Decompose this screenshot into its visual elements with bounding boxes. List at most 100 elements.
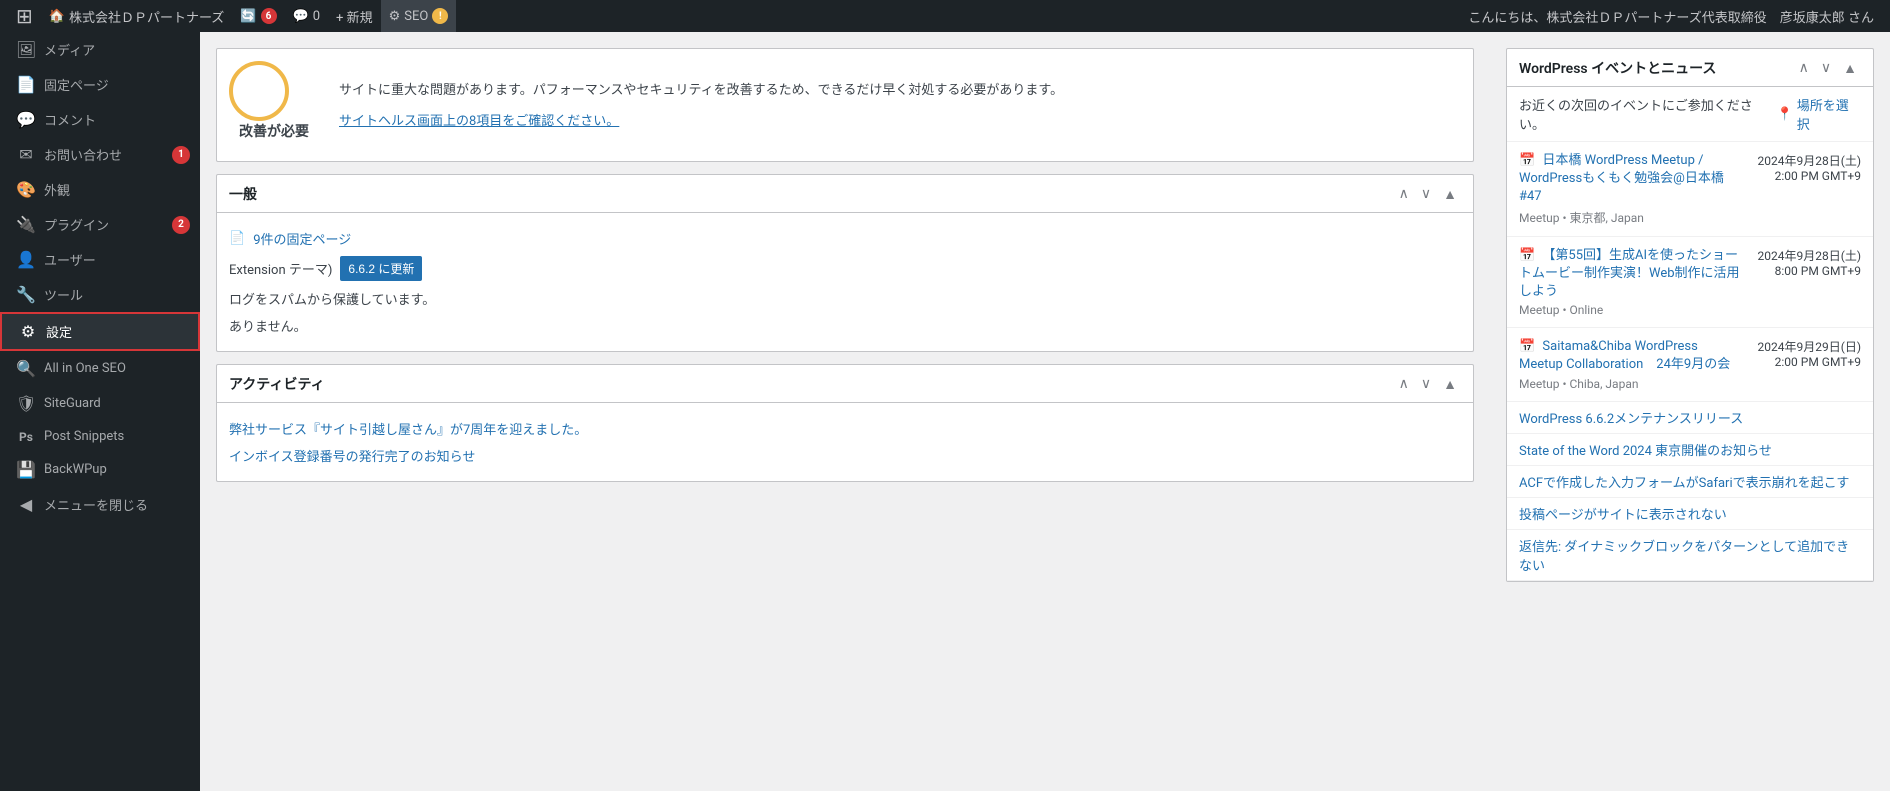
sidebar-item-label-backwpup: BackWPup bbox=[44, 462, 190, 477]
sidebar-item-label-appearance: 外観 bbox=[44, 180, 190, 199]
event-item-3: 📅 Saitama&Chiba WordPress Meetup Collabo… bbox=[1507, 328, 1873, 401]
sidebar-item-label-postsnippets: Post Snippets bbox=[44, 429, 190, 444]
site-health-content: 改善が必要 サイトに重大な問題があります。パフォーマンスやセキュリティを改善する… bbox=[217, 49, 1473, 161]
sidebar-item-backwpup[interactable]: 💾 BackWPup bbox=[0, 452, 200, 487]
contact-badge: 1 bbox=[172, 146, 190, 164]
sidebar-item-contact[interactable]: ✉ お問い合わせ 1 bbox=[0, 137, 200, 172]
updates-button[interactable]: 🔄 6 bbox=[232, 0, 284, 32]
sidebar-item-settings[interactable]: ⚙ 設定 bbox=[0, 312, 200, 351]
sidebar-item-label-comments: コメント bbox=[44, 110, 190, 129]
activity-widget: アクティビティ ∧ ∨ ▲ 弊社サービス『サイト引越し屋さん』が7周年を迎えまし… bbox=[216, 364, 1474, 482]
news-link-anchor-3[interactable]: ACFで作成した入力フォームがSafariで表示崩れを起こす bbox=[1519, 476, 1849, 491]
sidebar-item-label-settings: 設定 bbox=[46, 322, 188, 341]
news-link-1: WordPress 6.6.2メンテナンスリリース bbox=[1507, 402, 1873, 434]
news-link-anchor-2[interactable]: State of the Word 2024 東京開催のお知らせ bbox=[1519, 444, 1772, 459]
theme-text: Extension テーマ) bbox=[229, 259, 332, 278]
updates-badge: 6 bbox=[261, 8, 277, 24]
collapse-down-button[interactable]: ∨ bbox=[1417, 183, 1435, 204]
news-intro-text: お近くの次回のイベントにご参加ください。 bbox=[1519, 95, 1777, 133]
sidebar-item-label-pages: 固定ページ bbox=[44, 75, 190, 94]
sidebar-item-aioseo[interactable]: 🔍 All in One SEO bbox=[0, 351, 200, 386]
sidebar-item-close-menu[interactable]: ◀ メニューを閉じる bbox=[0, 487, 200, 522]
activity-content: 弊社サービス『サイト引越し屋さん』が7周年を迎えました。 インボイス登録番号の発… bbox=[217, 403, 1473, 481]
event-1-info: 📅 日本橋 WordPress Meetup / WordPressもくもく勉強… bbox=[1519, 152, 1743, 226]
activity-collapse-down[interactable]: ∨ bbox=[1417, 373, 1435, 394]
location-select-link[interactable]: 📍 場所を選択 bbox=[1777, 95, 1861, 133]
news-toggle[interactable]: ▲ bbox=[1839, 57, 1861, 78]
settings-icon: ⚙ bbox=[18, 322, 38, 341]
event-2-time: 8:00 PM GMT+9 bbox=[1751, 264, 1861, 278]
health-description-text: サイトに重大な問題があります。パフォーマンスやセキュリティを改善するため、できる… bbox=[339, 81, 1461, 102]
update-theme-button[interactable]: 6.6.2 に更新 bbox=[340, 256, 422, 281]
sidebar-item-plugins[interactable]: 🔌 プラグイン 2 bbox=[0, 207, 200, 242]
event-3-row: 📅 Saitama&Chiba WordPress Meetup Collabo… bbox=[1519, 338, 1861, 390]
news-link-anchor-1[interactable]: WordPress 6.6.2メンテナンスリリース bbox=[1519, 412, 1743, 427]
activity-link-2[interactable]: インボイス登録番号の発行完了のお知らせ bbox=[229, 446, 475, 465]
sidebar-item-users[interactable]: 👤 ユーザー bbox=[0, 242, 200, 277]
wp-logo-button[interactable]: ⊞ bbox=[8, 0, 41, 32]
event-1-row: 📅 日本橋 WordPress Meetup / WordPressもくもく勉強… bbox=[1519, 152, 1861, 226]
comments-count: 0 bbox=[313, 9, 320, 24]
right-panel: WordPress イベントとニュース ∧ ∨ ▲ お近くの次回のイベントにご参… bbox=[1490, 32, 1890, 791]
spam-row: ログをスパムから保護しています。 bbox=[229, 285, 1461, 312]
spam-sub-row: ありません。 bbox=[229, 312, 1461, 339]
activity-link-1[interactable]: 弊社サービス『サイト引越し屋さん』が7周年を迎えました。 bbox=[229, 419, 587, 438]
backwpup-icon: 💾 bbox=[16, 460, 36, 479]
event-2-title[interactable]: 【第55回】生成AIを使ったショートムービー制作実演！Web制作に活用しよう bbox=[1519, 248, 1740, 299]
sidebar-item-comments[interactable]: 💬 コメント bbox=[0, 102, 200, 137]
seo-alert-badge: ! bbox=[432, 8, 448, 24]
sidebar-item-siteguard[interactable]: 🛡 SiteGuard bbox=[0, 386, 200, 421]
collapse-up-button[interactable]: ∧ bbox=[1395, 183, 1413, 204]
event-cal-icon-3: 📅 bbox=[1519, 339, 1535, 354]
event-3-time: 2:00 PM GMT+9 bbox=[1751, 355, 1861, 369]
siteguard-icon: 🛡 bbox=[16, 394, 36, 413]
health-link-para: サイトヘルス画面上の8項目をご確認ください。 bbox=[339, 110, 1461, 129]
plugins-badge: 2 bbox=[172, 216, 190, 234]
spam-sub-text: ありません。 bbox=[229, 316, 307, 335]
seo-button[interactable]: ⚙ SEO ! bbox=[381, 0, 457, 32]
appearance-icon: 🎨 bbox=[16, 180, 36, 199]
updates-icon: 🔄 bbox=[240, 9, 256, 24]
activity-collapse-up[interactable]: ∧ bbox=[1395, 373, 1413, 394]
general-widget: 一般 ∧ ∨ ▲ 📄 9件の固定ページ Extension テーマ) 6.6.2… bbox=[216, 174, 1474, 352]
sidebar-item-media[interactable]: 🖼 メディア bbox=[0, 32, 200, 67]
event-item-1: 📅 日本橋 WordPress Meetup / WordPressもくもく勉強… bbox=[1507, 142, 1873, 237]
event-2-meta: Meetup • Online bbox=[1519, 303, 1743, 317]
pages-icon: 📄 bbox=[16, 75, 36, 94]
health-description-block: サイトに重大な問題があります。パフォーマンスやセキュリティを改善するため、できる… bbox=[339, 81, 1461, 129]
general-widget-content: 📄 9件の固定ページ Extension テーマ) 6.6.2 に更新 ログをス… bbox=[217, 213, 1473, 351]
sidebar-item-tools[interactable]: 🔧 ツール bbox=[0, 277, 200, 312]
new-content-button[interactable]: + 新規 bbox=[328, 0, 381, 32]
event-2-date: 2024年9月28日(土) bbox=[1751, 247, 1861, 264]
site-name-button[interactable]: 🏠 株式会社ＤＰパートナーズ bbox=[41, 0, 233, 32]
event-2-date-block: 2024年9月28日(土) 8:00 PM GMT+9 bbox=[1751, 247, 1861, 278]
page-doc-icon: 📄 bbox=[229, 231, 245, 246]
toggle-button[interactable]: ▲ bbox=[1439, 183, 1461, 204]
event-3-title[interactable]: Saitama&Chiba WordPress Meetup Collabora… bbox=[1519, 339, 1730, 372]
tools-icon: 🔧 bbox=[16, 285, 36, 304]
news-collapse-down[interactable]: ∨ bbox=[1817, 57, 1835, 78]
home-icon: 🏠 bbox=[49, 9, 65, 24]
sidebar-item-appearance[interactable]: 🎨 外観 bbox=[0, 172, 200, 207]
wp-news-widget: WordPress イベントとニュース ∧ ∨ ▲ お近くの次回のイベントにご参… bbox=[1506, 48, 1874, 582]
sidebar-item-pages[interactable]: 📄 固定ページ bbox=[0, 67, 200, 102]
news-collapse-up[interactable]: ∧ bbox=[1795, 57, 1813, 78]
news-link-5: 返信先: ダイナミックブロックをパターンとして追加できない bbox=[1507, 530, 1873, 581]
event-1-title[interactable]: 日本橋 WordPress Meetup / WordPressもくもく勉強会@… bbox=[1519, 153, 1724, 204]
plugins-icon: 🔌 bbox=[16, 215, 36, 234]
comments-button[interactable]: 💬 0 bbox=[285, 0, 329, 32]
health-status-label: 改善が必要 bbox=[229, 121, 319, 141]
news-link-3: ACFで作成した入力フォームがSafariで表示崩れを起こす bbox=[1507, 466, 1873, 498]
main-layout: 🖼 メディア 📄 固定ページ 💬 コメント ✉ お問い合わせ 1 🎨 外観 bbox=[0, 32, 1890, 791]
sidebar-item-label-siteguard: SiteGuard bbox=[44, 396, 190, 411]
activity-toggle[interactable]: ▲ bbox=[1439, 373, 1461, 394]
greeting-text: こんにちは、株式会社ＤＰパートナーズ代表取締役 彦坂康太郎 さん bbox=[1468, 7, 1882, 26]
news-link-anchor-4[interactable]: 投稿ページがサイトに表示されない bbox=[1519, 508, 1727, 523]
pages-count-link[interactable]: 9件の固定ページ bbox=[253, 229, 351, 248]
event-3-meta: Meetup • Chiba, Japan bbox=[1519, 377, 1743, 391]
health-link[interactable]: サイトヘルス画面上の8項目をご確認ください。 bbox=[339, 114, 619, 129]
sidebar-item-label-plugins: プラグイン bbox=[44, 215, 164, 234]
sidebar-item-postsnippets[interactable]: Ps Post Snippets bbox=[0, 421, 200, 452]
news-link-anchor-5[interactable]: 返信先: ダイナミックブロックをパターンとして追加できない bbox=[1519, 540, 1849, 574]
event-2-row: 📅 【第55回】生成AIを使ったショートムービー制作実演！Web制作に活用しよう… bbox=[1519, 247, 1861, 318]
